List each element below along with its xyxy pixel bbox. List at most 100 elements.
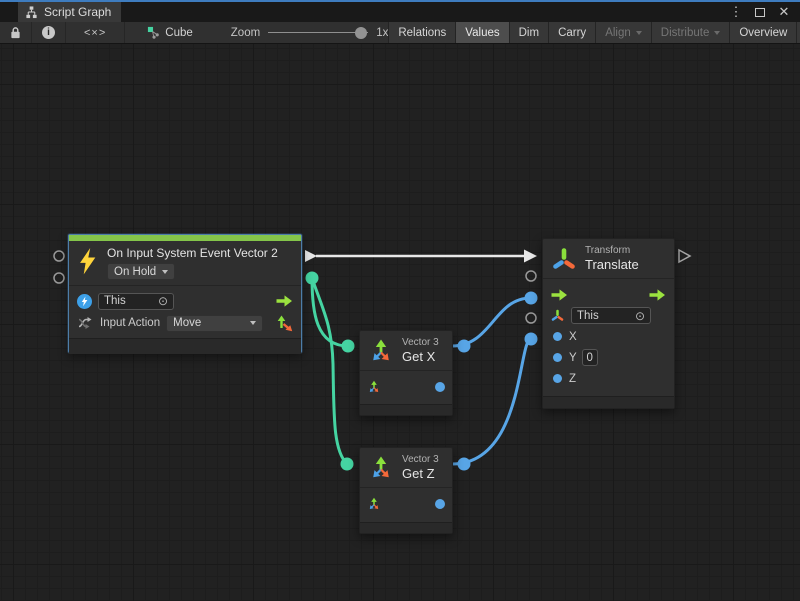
getx-port-row <box>360 371 452 402</box>
window-menu-icon[interactable]: ⋮ <box>728 4 744 20</box>
graph-hierarchy-icon <box>25 6 38 19</box>
event-node-header: On Input System Event Vector 2 On Hold <box>69 241 301 286</box>
value-connection-getx-to-x[interactable] <box>452 292 538 353</box>
zoom-control: Zoom 1x <box>231 26 389 40</box>
node-transform-translate[interactable]: Transform Translate <box>542 238 675 409</box>
dim-button[interactable]: Dim <box>510 22 549 43</box>
translate-node-body: This ⊙ X Y 0 Z <box>543 279 674 393</box>
input-action-dropdown[interactable]: Move <box>166 315 263 332</box>
chevron-down-icon <box>636 31 642 35</box>
flow-input-arrow-icon[interactable] <box>551 288 568 302</box>
event-action-input-port[interactable] <box>54 273 64 283</box>
translate-this-field[interactable]: This ⊙ <box>571 307 651 324</box>
z-label: Z <box>569 373 576 385</box>
event-node-footer <box>69 338 301 354</box>
event-header-text: On Input System Event Vector 2 On Hold <box>107 244 278 280</box>
object-picker-icon[interactable]: ⊙ <box>635 310 645 322</box>
getz-output-port[interactable] <box>435 499 445 509</box>
node-vector3-get-z[interactable]: Vector 3 Get Z <box>359 447 453 534</box>
value-connection-vector2-to-getz[interactable] <box>312 278 354 471</box>
vector2-output-icon[interactable] <box>276 315 293 332</box>
flow-output-arrow-icon[interactable] <box>276 294 293 308</box>
value-connection-getz-to-z[interactable] <box>452 333 538 471</box>
chevron-down-icon <box>714 31 720 35</box>
node-vector3-get-x[interactable]: Vector 3 Get X <box>359 330 453 416</box>
relations-button[interactable]: Relations <box>389 22 456 43</box>
node-on-input-system-event[interactable]: On Input System Event Vector 2 On Hold T… <box>68 234 302 353</box>
getx-header-text: Vector 3 Get X <box>402 337 439 364</box>
flow-connection-event-to-translate[interactable] <box>305 250 537 263</box>
lightning-bolt-icon <box>77 248 98 280</box>
x-label: X <box>569 331 577 343</box>
chevron-down-icon <box>162 270 168 274</box>
overview-button[interactable]: Overview <box>730 22 797 43</box>
align-button[interactable]: Align <box>596 22 652 43</box>
vector3-mini-icon[interactable] <box>367 380 381 394</box>
translate-title: Translate <box>585 257 639 272</box>
getx-node-footer <box>360 404 452 415</box>
tab-label: Script Graph <box>44 5 111 19</box>
tab-script-graph[interactable]: Script Graph <box>18 2 121 22</box>
maximize-box <box>755 8 765 17</box>
event-this-input-port[interactable] <box>54 251 64 261</box>
inspect-button[interactable]: i <box>32 22 66 43</box>
translate-y-input-port[interactable] <box>526 313 536 323</box>
getx-title: Get X <box>402 349 439 364</box>
graph-target-label: Cube <box>165 27 193 39</box>
window-close-icon[interactable]: ✕ <box>776 4 792 20</box>
event-node-title: On Input System Event Vector 2 <box>107 246 278 260</box>
translate-x-row: X <box>551 327 666 346</box>
event-mode-dropdown[interactable]: On Hold <box>107 263 175 280</box>
event-node-body: This ⊙ <box>69 286 301 338</box>
info-icon: i <box>42 26 55 39</box>
input-action-icon <box>77 316 93 330</box>
translate-flow-output-port[interactable] <box>679 250 690 262</box>
input-action-label: Input Action <box>100 317 160 329</box>
getz-port-row <box>360 488 452 519</box>
translate-z-row: Z <box>551 369 666 388</box>
graph-toolbar: i <×> Cube Zoom <box>0 22 800 44</box>
y-input-port[interactable] <box>553 353 562 362</box>
graph-target-breadcrumb[interactable]: Cube <box>147 26 193 39</box>
script-graph-window: Script Graph ⋮ ✕ i <×> <box>0 0 800 601</box>
translate-category: Transform <box>585 245 639 256</box>
preview-code-button[interactable]: <×> <box>66 22 125 43</box>
window-controls: ⋮ ✕ <box>728 2 800 22</box>
z-input-port[interactable] <box>553 374 562 383</box>
tab-bar: Script Graph ⋮ ✕ <box>0 2 800 22</box>
vector3-mini-icon[interactable] <box>367 497 381 511</box>
distribute-button[interactable]: Distribute <box>652 22 731 43</box>
y-label: Y <box>569 352 577 364</box>
zoom-label: Zoom <box>231 27 260 39</box>
event-this-field[interactable]: This ⊙ <box>98 293 174 310</box>
code-icon: <×> <box>84 27 106 39</box>
translate-y-row: Y 0 <box>551 348 666 367</box>
toolbar-middle: Cube Zoom 1x <box>125 22 388 43</box>
y-value-field[interactable]: 0 <box>582 349 598 366</box>
toolbar-left-group: i <×> <box>0 22 125 43</box>
translate-node-header: Transform Translate <box>543 239 674 279</box>
translate-node-footer <box>543 396 674 408</box>
event-action-row: Input Action Move <box>77 313 293 333</box>
zoom-slider-handle[interactable] <box>355 27 367 39</box>
zoom-slider[interactable] <box>268 26 368 40</box>
window-maximize-icon[interactable] <box>752 4 768 20</box>
lock-button[interactable] <box>0 22 32 43</box>
getz-category: Vector 3 <box>402 454 439 465</box>
transform-mini-icon <box>551 309 564 322</box>
getx-output-port[interactable] <box>435 382 445 392</box>
transform-icon <box>551 246 577 272</box>
vector3-icon <box>368 338 394 364</box>
lock-icon <box>10 26 21 39</box>
event-this-row: This ⊙ <box>77 291 293 311</box>
chevron-down-icon <box>250 321 256 325</box>
values-button[interactable]: Values <box>456 22 509 43</box>
object-picker-icon[interactable]: ⊙ <box>158 295 168 307</box>
getz-header-text: Vector 3 Get Z <box>402 454 439 481</box>
x-input-port[interactable] <box>553 332 562 341</box>
carry-button[interactable]: Carry <box>549 22 596 43</box>
flow-output-arrow-icon[interactable] <box>649 288 666 302</box>
translate-this-input-port[interactable] <box>526 271 536 281</box>
graph-canvas[interactable]: On Input System Event Vector 2 On Hold T… <box>0 44 800 601</box>
event-bolt-icon <box>77 294 92 309</box>
